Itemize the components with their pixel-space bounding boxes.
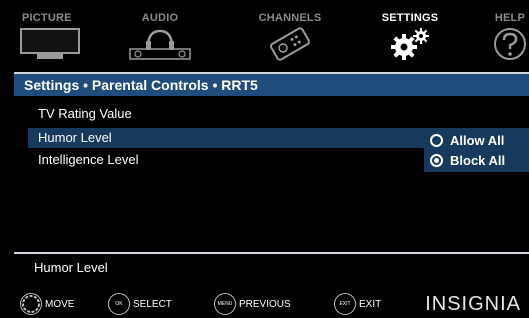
tab-audio-label: AUDIO [141, 12, 179, 24]
menu-item-label: Humor Level [38, 130, 112, 145]
settings-panel: Settings • Parental Controls • RRT5 TV R… [14, 72, 529, 290]
hint-move: MOVE [20, 292, 74, 316]
satellite-icon [266, 27, 314, 66]
tab-settings-label: SETTINGS [381, 12, 439, 24]
menu-item-intelligence-level[interactable]: Intelligence Level [28, 150, 438, 170]
brand-logo: INSIGNIA [425, 293, 521, 315]
menu-item-label: Intelligence Level [38, 152, 139, 167]
option-block-all[interactable]: Block All [430, 150, 505, 170]
option-label: Allow All [450, 132, 505, 148]
tab-settings[interactable]: SETTINGS [360, 0, 460, 72]
ok-button-icon: OK [108, 293, 130, 315]
divider [14, 252, 529, 254]
tab-help[interactable]: HELP [470, 0, 529, 72]
hint-bar: MOVE OK SELECT MENU PREVIOUS EXIT EXIT I… [0, 290, 529, 318]
hint-label: EXIT [359, 298, 382, 310]
tab-picture-label: PICTURE [22, 12, 72, 24]
radio-checked-icon [430, 153, 443, 167]
exit-button-icon: EXIT [334, 293, 356, 315]
tab-help-label: HELP [494, 12, 525, 24]
breadcrumb: Settings • Parental Controls • RRT5 [14, 74, 529, 96]
hint-select: OK SELECT [108, 292, 172, 316]
hint-label: PREVIOUS [239, 298, 291, 310]
hint-previous: MENU PREVIOUS [214, 292, 291, 316]
tab-audio[interactable]: AUDIO [115, 0, 205, 72]
hint-label: SELECT [133, 298, 172, 310]
option-allow-all[interactable]: Allow All [430, 130, 504, 150]
tab-channels-label: CHANNELS [258, 12, 322, 24]
tv-icon [19, 27, 81, 66]
help-text: Humor Level [34, 260, 108, 275]
tab-channels[interactable]: CHANNELS [240, 0, 340, 72]
gears-icon [388, 27, 432, 66]
section-heading: TV Rating Value [38, 106, 132, 121]
hint-exit: EXIT EXIT [334, 292, 381, 316]
radio-unchecked-icon [430, 133, 443, 147]
hint-label: MOVE [45, 298, 75, 310]
option-label: Block All [450, 152, 506, 168]
headphones-icon [128, 27, 192, 66]
menu-item-humor-level[interactable]: Humor Level [28, 128, 438, 148]
dpad-icon [20, 293, 42, 315]
tab-picture[interactable]: PICTURE [0, 0, 100, 72]
menu-tab-bar: PICTURE AUDIO CHANNELS SETTINGS HELP [0, 0, 529, 72]
options-popup: Allow All Block All [424, 128, 529, 172]
menu-button-icon: MENU [214, 293, 236, 315]
help-icon [493, 27, 527, 66]
